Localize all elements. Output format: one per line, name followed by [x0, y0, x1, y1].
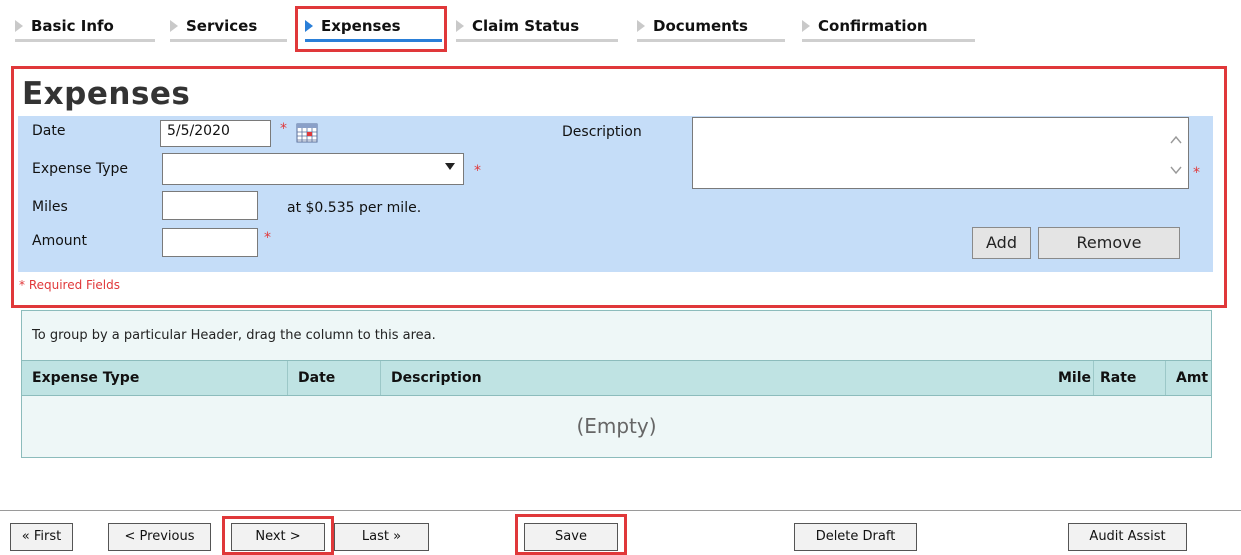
chevron-right-icon	[637, 20, 645, 32]
group-by-area[interactable]: To group by a particular Header, drag th…	[22, 311, 1211, 360]
chevron-right-icon	[15, 20, 23, 32]
tab-label: Confirmation	[818, 17, 928, 35]
delete-draft-button[interactable]: Delete Draft	[794, 523, 917, 551]
tab-label: Documents	[653, 17, 748, 35]
tab-bar: Basic Info Services Expenses Claim Statu…	[0, 0, 1241, 52]
audit-assist-button[interactable]: Audit Assist	[1068, 523, 1187, 551]
chevron-right-icon	[456, 20, 464, 32]
column-header-rate[interactable]: Rate	[1093, 361, 1165, 395]
tab-basic-info[interactable]: Basic Info	[15, 16, 155, 46]
chevron-right-icon	[170, 20, 178, 32]
previous-button[interactable]: < Previous	[108, 523, 211, 551]
grid-empty-message: (Empty)	[576, 414, 657, 438]
tab-confirmation[interactable]: Confirmation	[802, 16, 975, 46]
tab-label: Claim Status	[472, 17, 580, 35]
expenses-grid: To group by a particular Header, drag th…	[21, 310, 1212, 458]
expense-form-highlight	[11, 66, 1227, 308]
first-button[interactable]: « First	[10, 523, 73, 551]
last-button[interactable]: Last »	[334, 523, 429, 551]
tab-services[interactable]: Services	[170, 16, 287, 46]
group-by-hint: To group by a particular Header, drag th…	[32, 328, 436, 343]
tab-claim-status[interactable]: Claim Status	[456, 16, 618, 46]
tab-underline	[637, 39, 785, 42]
column-header-description[interactable]: Description	[380, 361, 1045, 395]
column-header-expense-type[interactable]: Expense Type	[22, 361, 287, 395]
tab-underline	[170, 39, 287, 42]
tab-underline	[802, 39, 975, 42]
expenses-tab-highlight	[295, 6, 447, 52]
tab-label: Services	[186, 17, 258, 35]
tab-label: Basic Info	[31, 17, 114, 35]
tab-documents[interactable]: Documents	[637, 16, 785, 46]
tab-underline	[456, 39, 618, 42]
save-button-highlight	[515, 514, 627, 555]
grid-header-row: Expense Type Date Description Mile Rate …	[22, 360, 1211, 396]
tab-underline	[15, 39, 155, 42]
column-header-date[interactable]: Date	[287, 361, 380, 395]
next-button-highlight	[222, 516, 334, 555]
column-header-amt[interactable]: Amt	[1165, 361, 1211, 395]
column-header-mile[interactable]: Mile	[1045, 361, 1093, 395]
chevron-right-icon	[802, 20, 810, 32]
footer-divider	[0, 510, 1241, 511]
